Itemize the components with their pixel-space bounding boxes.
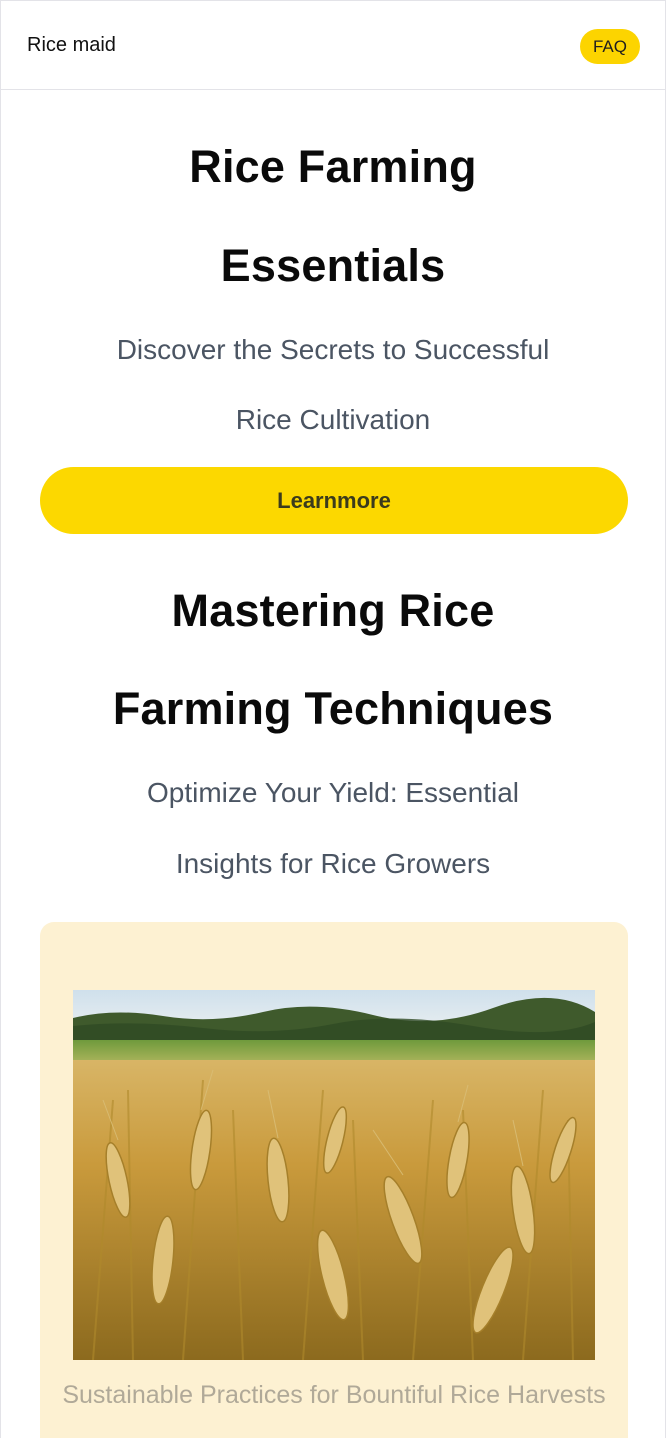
- hero-title-line-2: Essentials: [220, 240, 446, 291]
- hero-subtitle-line-1: Discover the Secrets to Successful: [116, 334, 550, 365]
- page: Rice maid FAQ Rice Farming Essentials Di…: [0, 0, 666, 1438]
- card-caption: Sustainable Practices for Bountiful Rice…: [62, 1381, 606, 1409]
- feature-card: Sustainable Practices for Bountiful Rice…: [40, 922, 628, 1438]
- brand-name[interactable]: Rice maid: [27, 34, 116, 57]
- section-subtitle-line-2: Insights for Rice Growers: [175, 848, 491, 879]
- hero-subtitle-line-2: Rice Cultivation: [235, 404, 431, 435]
- section-title-line-1: Mastering Rice: [171, 585, 495, 636]
- top-navbar: Rice maid FAQ: [1, 1, 665, 90]
- faq-button[interactable]: FAQ: [580, 29, 640, 64]
- learn-more-button[interactable]: Learnmore: [40, 467, 628, 534]
- wheat-field-image: [73, 990, 595, 1360]
- hero-title-line-1: Rice Farming: [189, 141, 477, 192]
- section-title-line-2: Farming Techniques: [112, 683, 554, 734]
- section-subtitle-line-1: Optimize Your Yield: Essential: [147, 777, 519, 808]
